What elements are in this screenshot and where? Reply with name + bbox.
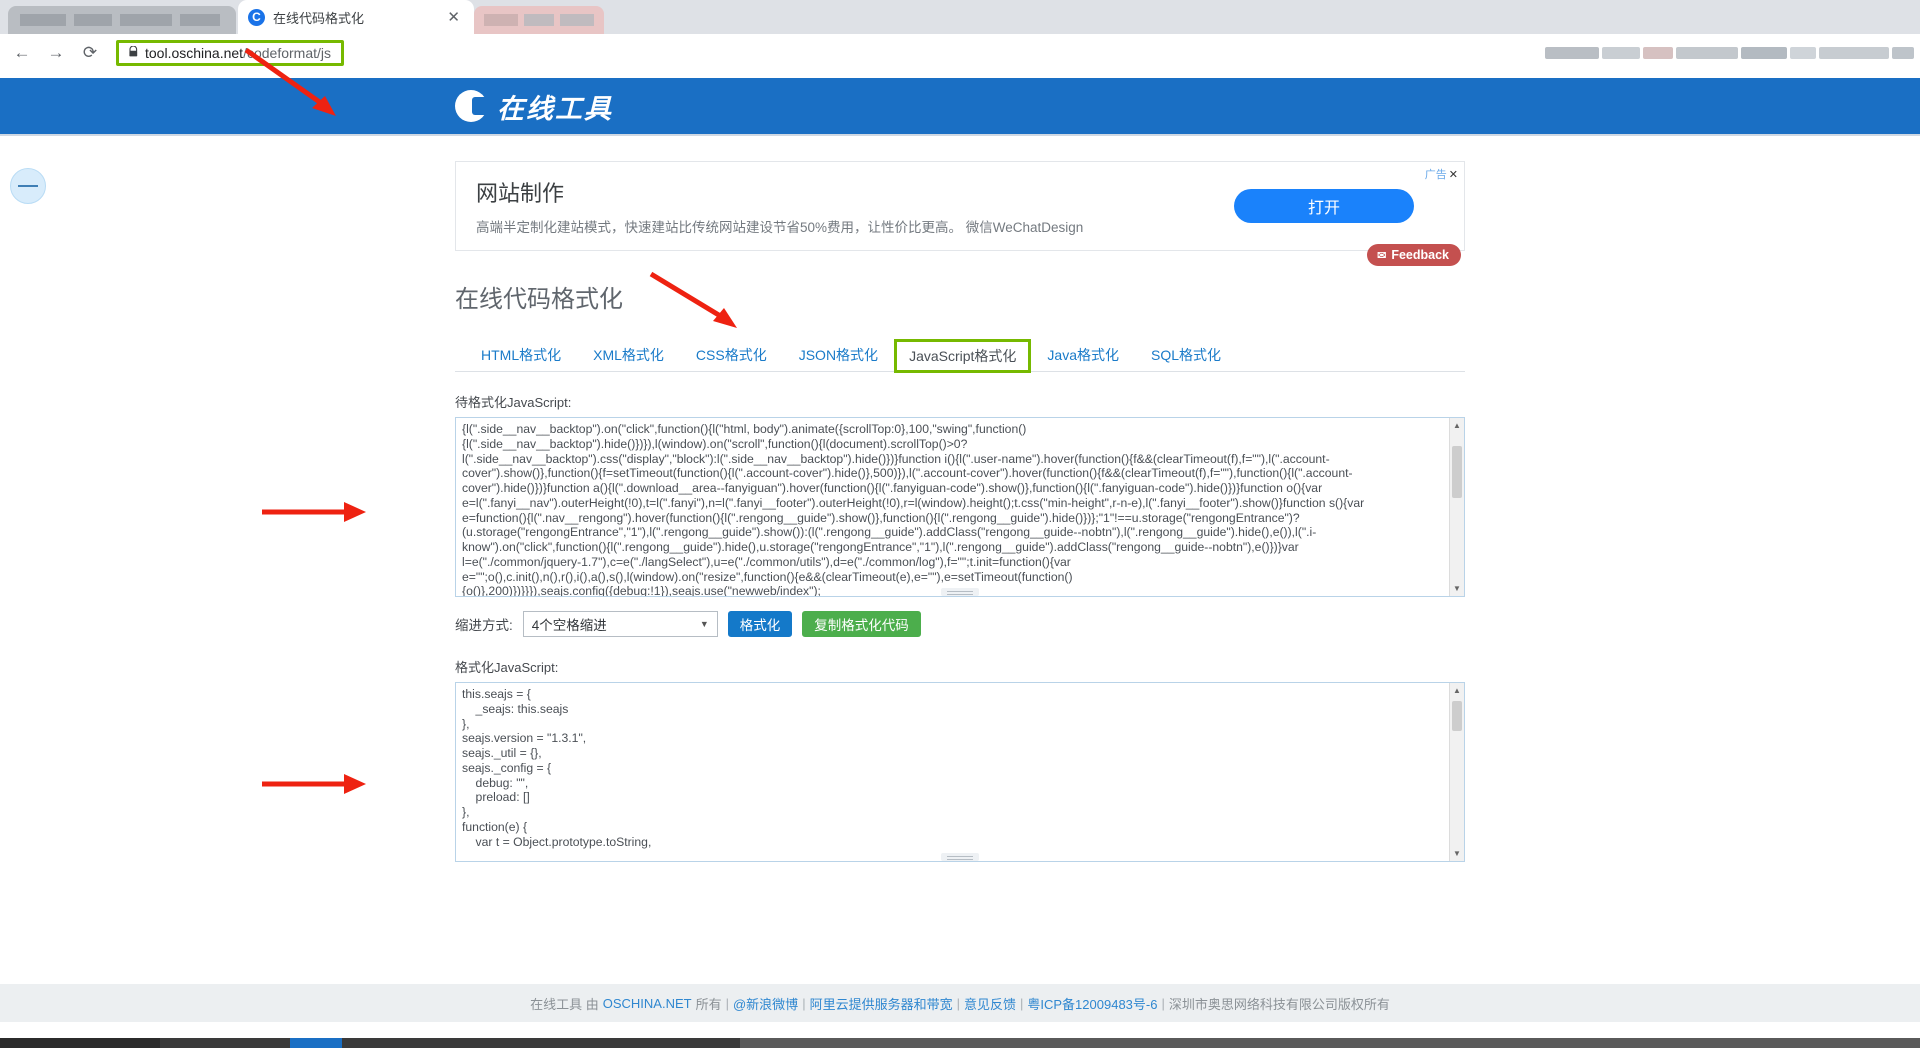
tab-favicon-icon: C bbox=[248, 8, 265, 26]
active-tab[interactable]: C 在线代码格式化 ✕ bbox=[238, 0, 474, 34]
indent-label: 缩进方式: bbox=[455, 618, 513, 633]
feedback-label: Feedback bbox=[1391, 248, 1449, 262]
footer-company: 深圳市奥思网络科技有限公司版权所有 bbox=[1168, 996, 1390, 1012]
footer-prefix: 在线工具 由 bbox=[530, 996, 599, 1012]
ad-text-block: 网站制作 高端半定制化建站模式，快速建站比传统网站建设节省50%费用，让性价比更… bbox=[476, 176, 1234, 236]
ad-label-and-close[interactable]: 广告 ✕ bbox=[1425, 166, 1458, 182]
tab-title: 在线代码格式化 bbox=[273, 10, 365, 26]
footer-weibo-link[interactable]: @新浪微博 bbox=[733, 994, 798, 1013]
address-bar-wrapper: tool.oschina.net/codeformat/js bbox=[116, 40, 345, 66]
input-code-textarea[interactable]: {l(".side__nav__backtop").on("click",fun… bbox=[455, 417, 1465, 597]
output-resize-grip[interactable] bbox=[941, 853, 979, 861]
tab-json-format[interactable]: JSON格式化 bbox=[783, 339, 894, 371]
background-tab-blurred-1[interactable] bbox=[8, 6, 236, 34]
left-floating-badge[interactable] bbox=[10, 168, 46, 204]
forward-button-icon[interactable]: → bbox=[42, 39, 70, 67]
background-tab-blurred-2[interactable] bbox=[474, 6, 604, 34]
footer-owned: 所有 bbox=[695, 996, 722, 1012]
ad-close-icon[interactable]: ✕ bbox=[1449, 169, 1458, 181]
ad-label: 广告 bbox=[1424, 169, 1447, 181]
scroll-down-icon[interactable]: ▼ bbox=[1450, 846, 1464, 861]
envelope-icon: ✉ bbox=[1377, 249, 1387, 262]
scrollbar-thumb[interactable] bbox=[1452, 446, 1462, 498]
footer-separator: | bbox=[802, 995, 806, 1011]
output-scrollbar[interactable]: ▲ ▼ bbox=[1449, 683, 1464, 861]
copy-formatted-code-button[interactable]: 复制格式化代码 bbox=[802, 611, 921, 637]
main-content: 网站制作 高端半定制化建站模式，快速建站比传统网站建设节省50%费用，让性价比更… bbox=[455, 136, 1465, 862]
back-button-icon[interactable]: ← bbox=[8, 39, 36, 67]
tab-xml-format[interactable]: XML格式化 bbox=[577, 339, 680, 371]
ad-title: 网站制作 bbox=[476, 181, 565, 206]
footer-aliyun-link[interactable]: 阿里云提供服务器和带宽 bbox=[810, 994, 953, 1013]
footer-icp-link[interactable]: 粤ICP备12009483号-6 bbox=[1027, 994, 1157, 1013]
tab-java-format[interactable]: Java格式化 bbox=[1031, 339, 1135, 371]
tab-javascript-format[interactable]: JavaScript格式化 bbox=[894, 339, 1032, 373]
address-bar-url: tool.oschina.net/codeformat/js bbox=[145, 45, 331, 61]
address-bar[interactable]: tool.oschina.net/codeformat/js bbox=[116, 40, 345, 66]
reload-button-icon[interactable]: ⟳ bbox=[76, 39, 104, 67]
scroll-up-icon[interactable]: ▲ bbox=[1450, 418, 1464, 433]
controls-row: 缩进方式: 4个空格缩进 ▼ 格式化 复制格式化代码 bbox=[455, 611, 1465, 637]
page-content: 在线工具 网站制作 高端半定制化建站模式，快速建站比传统网站建设节省50%费用，… bbox=[0, 78, 1920, 1048]
toolbar-right-blurred-icons bbox=[1545, 34, 1920, 72]
tab-sql-format[interactable]: SQL格式化 bbox=[1135, 339, 1237, 371]
scroll-up-icon[interactable]: ▲ bbox=[1450, 683, 1464, 698]
footer-separator: | bbox=[956, 995, 960, 1011]
browser-toolbar: ← → ⟳ tool.oschina.net/codeformat/js bbox=[0, 34, 1920, 72]
feedback-button[interactable]: ✉ Feedback bbox=[1367, 244, 1461, 266]
browser-tabstrip: C 在线代码格式化 ✕ bbox=[0, 0, 1920, 34]
scrollbar-thumb[interactable] bbox=[1452, 701, 1462, 731]
browser-window: C 在线代码格式化 ✕ ← → ⟳ tool.oschina.net/codef… bbox=[0, 0, 1920, 1048]
page-title: 在线代码格式化 bbox=[455, 286, 623, 313]
footer-separator: | bbox=[1161, 995, 1165, 1011]
site-footer: 在线工具 由 OSCHINA.NET 所有 | @新浪微博 | 阿里云提供服务器… bbox=[0, 984, 1920, 1022]
input-resize-grip[interactable] bbox=[941, 588, 979, 596]
ad-open-button[interactable]: 打开 bbox=[1234, 189, 1414, 223]
advertisement-banner: 网站制作 高端半定制化建站模式，快速建站比传统网站建设节省50%费用，让性价比更… bbox=[455, 161, 1465, 251]
badge-dash-icon bbox=[18, 185, 38, 187]
url-host: tool.oschina.net bbox=[145, 45, 244, 61]
footer-feedback-link[interactable]: 意见反馈 bbox=[964, 994, 1016, 1013]
indent-select[interactable]: 4个空格缩进 ▼ bbox=[522, 611, 718, 637]
ad-description: 高端半定制化建站模式，快速建站比传统网站建设节省50%费用，让性价比更高。 微信… bbox=[476, 220, 1084, 235]
output-code-textarea[interactable]: this.seajs = { _seajs: this.seajs }, sea… bbox=[455, 682, 1465, 862]
tab-html-format[interactable]: HTML格式化 bbox=[465, 339, 577, 371]
format-tabs: HTML格式化 XML格式化 CSS格式化 JSON格式化 JavaScript… bbox=[455, 339, 1465, 373]
tab-css-format[interactable]: CSS格式化 bbox=[680, 339, 783, 371]
footer-separator: | bbox=[1020, 995, 1024, 1011]
site-header: 在线工具 bbox=[0, 78, 1920, 136]
output-textarea-wrapper: this.seajs = { _seajs: this.seajs }, sea… bbox=[455, 682, 1465, 862]
taskbar-strip bbox=[0, 1038, 1920, 1048]
format-button[interactable]: 格式化 bbox=[727, 611, 793, 637]
indent-selected-value: 4个空格缩进 bbox=[531, 618, 607, 633]
input-field-label: 待格式化JavaScript: bbox=[455, 395, 572, 410]
site-logo-text: 在线工具 bbox=[497, 93, 613, 125]
input-textarea-wrapper: {l(".side__nav__backtop").on("click",fun… bbox=[455, 417, 1465, 597]
lock-icon bbox=[129, 45, 138, 60]
footer-oschina-link[interactable]: OSCHINA.NET bbox=[603, 996, 692, 1011]
tab-close-icon[interactable]: ✕ bbox=[443, 8, 464, 26]
output-field-label: 格式化JavaScript: bbox=[455, 660, 559, 675]
chevron-down-icon: ▼ bbox=[699, 619, 709, 629]
footer-separator: | bbox=[725, 995, 729, 1011]
url-path: /codeformat/js bbox=[243, 45, 332, 61]
oschina-logo-icon bbox=[455, 90, 488, 122]
scroll-down-icon[interactable]: ▼ bbox=[1450, 581, 1464, 596]
input-scrollbar[interactable]: ▲ ▼ bbox=[1449, 418, 1464, 596]
